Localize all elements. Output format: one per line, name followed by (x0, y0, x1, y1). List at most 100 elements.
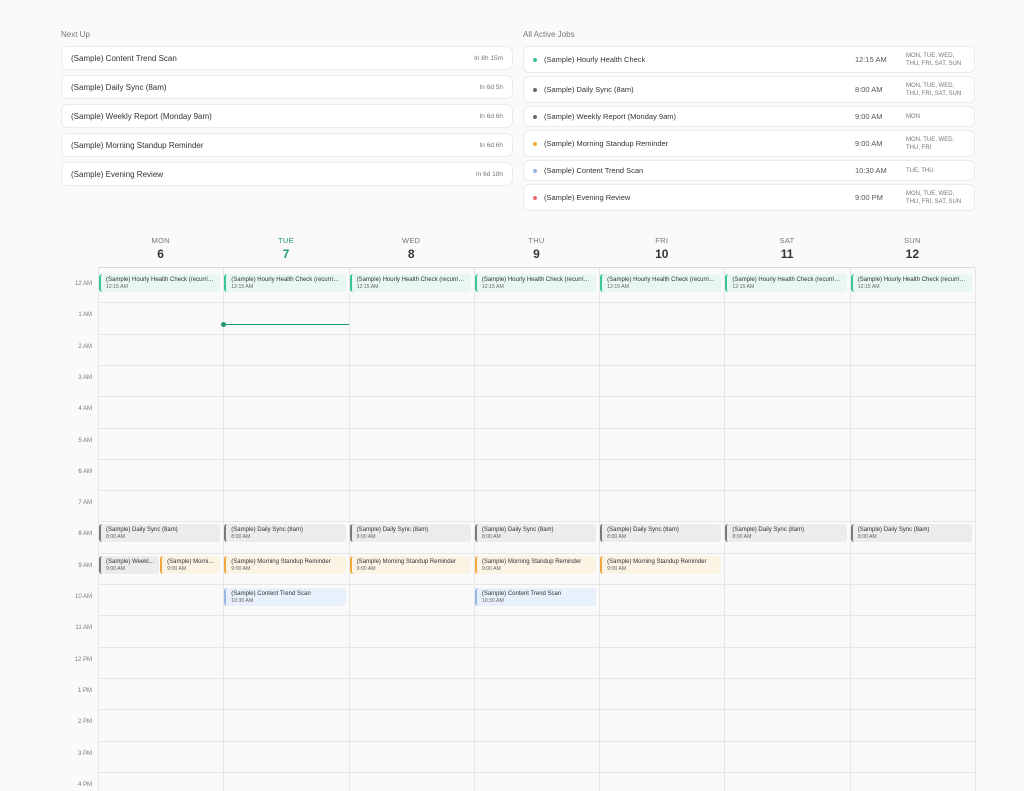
calendar-event[interactable]: (Sample) Hourly Health Check (recurring)… (99, 274, 221, 292)
job-name: (Sample) Daily Sync (8am) (71, 82, 167, 92)
job-name: (Sample) Morning Standup Reminder (71, 140, 204, 150)
event-title: (Sample) Daily Sync (8am) (356, 527, 429, 534)
active-job-item[interactable]: (Sample) Morning Standup Reminder 9:00 A… (523, 130, 975, 157)
calendar-event[interactable]: (Sample) Daily Sync (8am) 8:00 AM (99, 524, 221, 543)
event-time: 10:30 AM (481, 597, 504, 604)
active-job-item[interactable]: (Sample) Daily Sync (8am) 8:00 AM MON, T… (523, 76, 975, 103)
hour-label: 10 AM (74, 594, 92, 600)
job-eta: In 6d 6h (479, 112, 504, 120)
calendar-event[interactable]: (Sample) Morning Standup Reminder9:00 AM (474, 555, 597, 574)
job-name: (Sample) Content Trend Scan (71, 53, 177, 63)
active-job-item[interactable]: (Sample) Hourly Health Check 12:15 AM MO… (523, 46, 975, 73)
calendar-event[interactable]: (Sample) Daily Sync (8am) 8:00 AM (474, 524, 597, 543)
day-header-tue: TUE 7 (223, 224, 348, 267)
event-time: 8:00 AM (231, 534, 251, 541)
job-name: (Sample) Morning Standup Reminder (544, 139, 669, 148)
event-title: (Sample) Morning Standup Reminder (356, 558, 456, 565)
calendar-event[interactable]: (Sample) Hourly Health Check (recurring)… (349, 274, 471, 292)
hour-gridline (98, 584, 975, 585)
event-title: (Sample) Morning Standup Reminder (167, 558, 216, 565)
status-dot-icon (533, 114, 537, 119)
status-dot-icon (533, 87, 537, 92)
calendar-event[interactable]: (Sample) Content Trend Scan 10:30 AM (474, 587, 597, 606)
calendar-event[interactable]: (Sample) Daily Sync (8am) 8:00 AM (349, 524, 471, 543)
calendar-event[interactable]: (Sample) Hourly Health Check (recurring)… (725, 274, 847, 292)
day-date: 11 (780, 247, 794, 261)
hour-label: 1 AM (78, 312, 92, 319)
next-up-item[interactable]: (Sample) Daily Sync (8am) In 6d 5h (61, 75, 513, 99)
active-job-item[interactable]: (Sample) Content Trend Scan 10:30 AM TUE… (523, 160, 975, 181)
calendar-event[interactable]: (Sample) Daily Sync (8am) 8:00 AM (725, 524, 847, 543)
day-date: 9 (533, 247, 540, 261)
calendar-event[interactable]: (Sample) Daily Sync (8am) 8:00 AM (850, 524, 972, 543)
calendar-event[interactable]: (Sample) Morning Standup Reminder9:00 AM (224, 555, 346, 574)
status-dot-icon (533, 168, 537, 173)
next-up-title: Next Up (61, 30, 90, 39)
event-time: 9:00 AM (356, 565, 376, 572)
hour-gridline (98, 552, 975, 554)
status-dot-icon (533, 195, 537, 200)
calendar-event[interactable]: (Sample) Content Trend Scan 10:30 AM (224, 587, 346, 606)
week-calendar: MON 6 TUE 7 WED 8 THU 9 FRI 10 SAT 11 SUN 12 12 AM 1 A… (61, 224, 976, 791)
status-dot-icon (533, 141, 537, 146)
day-header-mon: MON 6 (98, 224, 223, 267)
event-title: (Sample) Morning Standup Reminder (231, 558, 331, 565)
day-date: 6 (157, 247, 164, 261)
next-up-item[interactable]: (Sample) Morning Standup Reminder In 6d … (61, 133, 513, 157)
job-time: 8:00 AM (855, 85, 883, 94)
next-up-item[interactable]: (Sample) Weekly Report (Monday 9am) In 6… (61, 104, 513, 128)
day-name: WED (402, 236, 421, 245)
job-time: 9:00 PM (855, 193, 883, 202)
calendar-event[interactable]: (Sample) Weekly Report (Monday 9am)9:00 … (99, 555, 160, 574)
event-title: (Sample) Hourly Health Check (recurring) (857, 277, 968, 283)
calendar-event[interactable]: (Sample) Daily Sync (8am) 8:00 AM (224, 524, 346, 543)
day-date: 8 (407, 247, 415, 261)
hour-label: 4 PM (77, 781, 92, 788)
hour-label: 11 AM (75, 625, 92, 632)
calendar-event[interactable]: (Sample) Hourly Health Check (recurring)… (224, 274, 346, 292)
calendar-event[interactable]: (Sample) Morning Standup Reminder9:00 AM (349, 555, 471, 574)
event-time: 12:15 AM (356, 284, 379, 290)
hour-label: 2 AM (78, 343, 92, 350)
next-up-list: (Sample) Content Trend Scan In 8h 15m (S… (61, 46, 513, 191)
job-name: (Sample) Weekly Report (Monday 9am) (544, 112, 676, 121)
day-name: TUE (277, 236, 294, 245)
day-header-thu: THU 9 (474, 224, 599, 267)
active-jobs-title: All Active Jobs (523, 30, 575, 39)
day-date: 12 (905, 247, 919, 261)
job-eta: In 8h 15m (474, 54, 503, 62)
event-time: 9:00 AM (481, 565, 501, 572)
active-job-item[interactable]: (Sample) Weekly Report (Monday 9am) 9:00… (523, 106, 975, 127)
event-time: 12:15 AM (732, 284, 755, 290)
calendar-event[interactable]: (Sample) Morning Standup Reminder9:00 AM (600, 555, 722, 574)
calendar-event[interactable]: (Sample) Hourly Health Check (recurring)… (474, 274, 597, 292)
hour-gridline (98, 521, 975, 523)
job-time: 10:30 AM (855, 166, 887, 175)
hour-gridline (98, 740, 975, 742)
event-title: (Sample) Hourly Health Check (recurring) (607, 277, 718, 283)
event-time: 12:15 AM (607, 284, 630, 290)
calendar-event[interactable]: (Sample) Morning Standup Reminder9:00 AM (160, 555, 221, 574)
hour-gridline (98, 364, 975, 366)
job-days: MON, TUE, WED, THU, FRI, SAT, SUN (906, 52, 962, 67)
active-job-item[interactable]: (Sample) Evening Review 9:00 PM MON, TUE… (523, 184, 975, 211)
day-name: MON (151, 236, 170, 245)
active-jobs-list: (Sample) Hourly Health Check 12:15 AM MO… (523, 46, 975, 214)
calendar-event[interactable]: (Sample) Hourly Health Check (recurring)… (600, 274, 722, 292)
hour-gridline (98, 615, 975, 617)
hour-gridline (98, 396, 975, 398)
event-title: (Sample) Weekly Report (Monday 9am) (106, 558, 155, 565)
job-name: (Sample) Daily Sync (8am) (544, 85, 634, 94)
status-dot-icon (533, 57, 537, 62)
current-time-line (223, 324, 349, 326)
hour-gridline (98, 646, 975, 648)
current-time-dot-icon (221, 322, 227, 328)
calendar-event[interactable]: (Sample) Daily Sync (8am) 8:00 AM (600, 524, 722, 543)
next-up-item[interactable]: (Sample) Evening Review In 6d 18h (61, 162, 513, 186)
event-title: (Sample) Hourly Health Check (recurring) (732, 277, 843, 283)
event-title: (Sample) Hourly Health Check (recurring) (106, 277, 217, 283)
next-up-item[interactable]: (Sample) Content Trend Scan In 8h 15m (61, 46, 513, 70)
hour-label: 3 AM (78, 374, 92, 381)
calendar-event[interactable]: (Sample) Hourly Health Check (recurring)… (850, 274, 972, 292)
day-name: THU (528, 236, 545, 245)
